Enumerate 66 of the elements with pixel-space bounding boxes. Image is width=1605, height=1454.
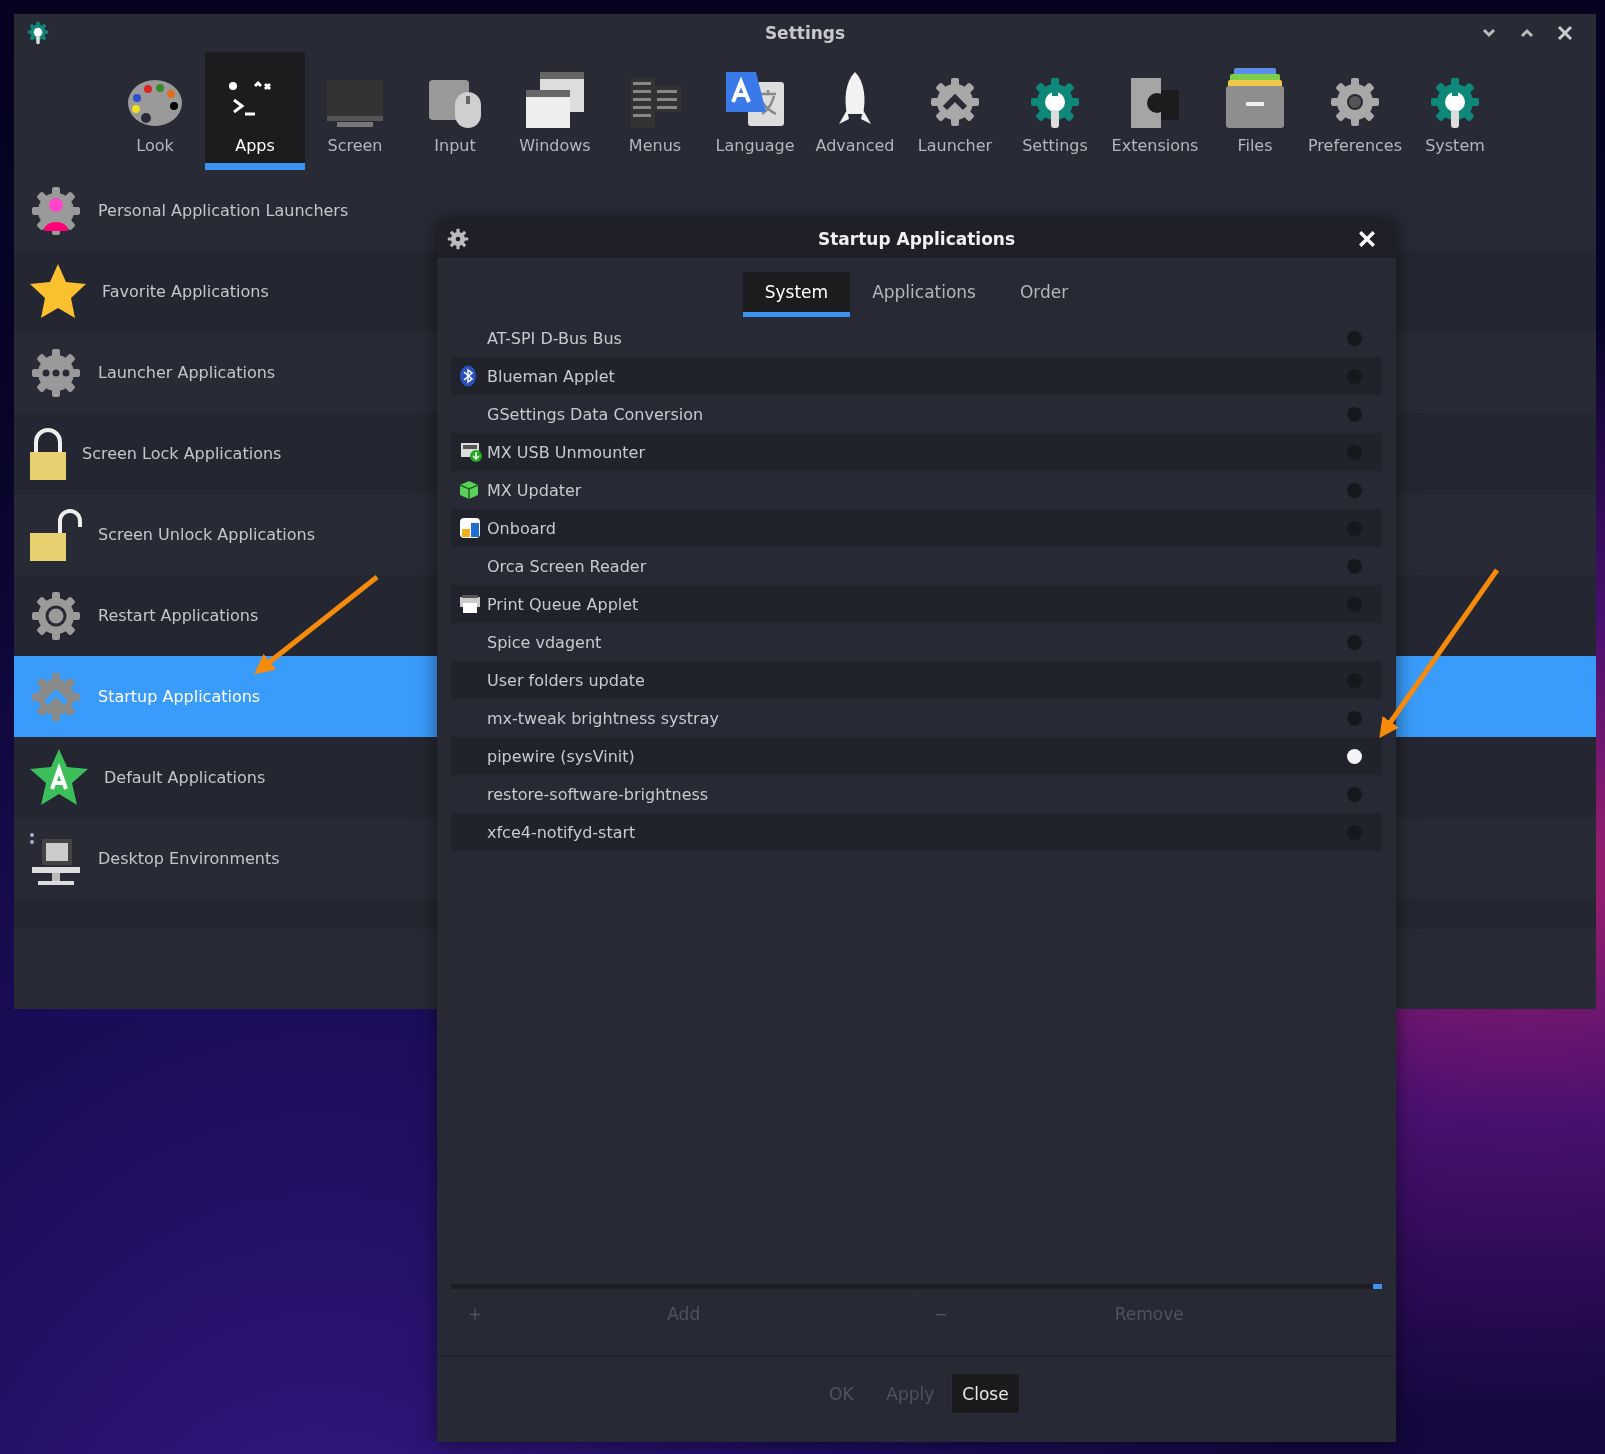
toggle-dot[interactable] (1347, 634, 1362, 650)
list-row[interactable]: Onboard (451, 509, 1382, 547)
toolbar-tab[interactable]: Menus (605, 52, 705, 170)
row-label: restore-software-brightness (487, 784, 710, 804)
list-row[interactable]: AT-SPI D-Bus Bus (451, 319, 1382, 357)
toolbar-tab[interactable]: Extensions (1105, 52, 1205, 170)
toolbar-tab[interactable]: Look (105, 52, 205, 170)
toolbar-tab[interactable]: Settings (1005, 52, 1105, 170)
window-title: Settings (764, 23, 846, 43)
toolbar-tab[interactable]: Files (1205, 52, 1305, 170)
row-label: Orca Screen Reader (487, 556, 648, 576)
list-row[interactable]: GSettings Data Conversion (451, 395, 1382, 433)
row-label: AT-SPI D-Bus Bus (487, 328, 623, 348)
list-row[interactable]: MX Updater (451, 471, 1382, 509)
list-row[interactable]: User folders update (451, 661, 1382, 699)
chevron-up-icon (1520, 28, 1534, 38)
toggle-dot[interactable] (1347, 710, 1362, 726)
toolbar-tab[interactable]: Advanced (805, 52, 905, 170)
toggle-dot[interactable] (1347, 786, 1362, 802)
list-row[interactable]: Spice vdagent (451, 623, 1382, 661)
list-row[interactable]: xfce4-notifyd-start (451, 813, 1382, 851)
gear-icon (447, 228, 469, 250)
list-row[interactable]: pipewire (sysVinit) (451, 737, 1382, 775)
list-row[interactable]: Print Queue Applet (451, 585, 1382, 623)
list-row[interactable]: Orca Screen Reader (451, 547, 1382, 585)
toolbar-tab[interactable]: Screen (305, 52, 405, 170)
toolbar-tab[interactable]: Language (705, 52, 805, 170)
toolbar-tab[interactable]: Windows (505, 52, 605, 170)
toolbar-tab[interactable]: System (1405, 52, 1505, 170)
file-drawer-icon (1224, 68, 1286, 130)
list-row[interactable]: Blueman Applet (451, 357, 1382, 395)
row-label: pipewire (sysVinit) (487, 746, 636, 766)
row-label: mx-tweak brightness systray (487, 708, 720, 728)
app-logo-icon (26, 20, 50, 46)
toggle-dot[interactable] (1347, 406, 1362, 422)
tab[interactable]: System (742, 272, 851, 317)
toolbar-tab[interactable]: Input (405, 52, 505, 170)
row-label: User folders update (487, 670, 646, 690)
chevron-down-icon (1482, 28, 1496, 38)
row-label: MX USB Unmounter (487, 442, 646, 462)
toggle-dot[interactable] (1347, 330, 1362, 346)
row-label: GSettings Data Conversion (487, 404, 705, 424)
row-label: Spice vdagent (487, 632, 603, 652)
row-label: Onboard (487, 518, 557, 538)
dialog-button[interactable]: Close (951, 1373, 1020, 1414)
close-icon (1557, 25, 1573, 41)
toolbar-tab[interactable]: Apps (205, 52, 305, 170)
toggle-dot[interactable] (1347, 748, 1362, 764)
list-row[interactable]: restore-software-brightness (451, 775, 1382, 813)
open-padlock-icon (28, 506, 84, 563)
toggle-dot[interactable] (1347, 558, 1362, 574)
row-label: xfce4-notifyd-start (487, 822, 637, 842)
list-row[interactable]: mx-tweak brightness systray (451, 699, 1382, 737)
row-label: Blueman Applet (487, 366, 616, 386)
row-label: Print Queue Applet (487, 594, 640, 614)
toolbar-tab[interactable]: Preferences (1305, 52, 1405, 170)
row-label: MX Updater (487, 480, 583, 500)
windows-icon (524, 70, 586, 130)
tab[interactable]: Applications (850, 272, 998, 317)
toggle-dot[interactable] (1347, 482, 1362, 498)
list-row[interactable]: MX USB Unmounter (451, 433, 1382, 471)
dialog-title: Startup Applications (817, 229, 1016, 249)
padlock-icon (28, 425, 68, 482)
tab[interactable]: Order (997, 272, 1091, 317)
toolbar-tab[interactable]: Launcher (905, 52, 1005, 170)
close-icon (1358, 230, 1376, 248)
